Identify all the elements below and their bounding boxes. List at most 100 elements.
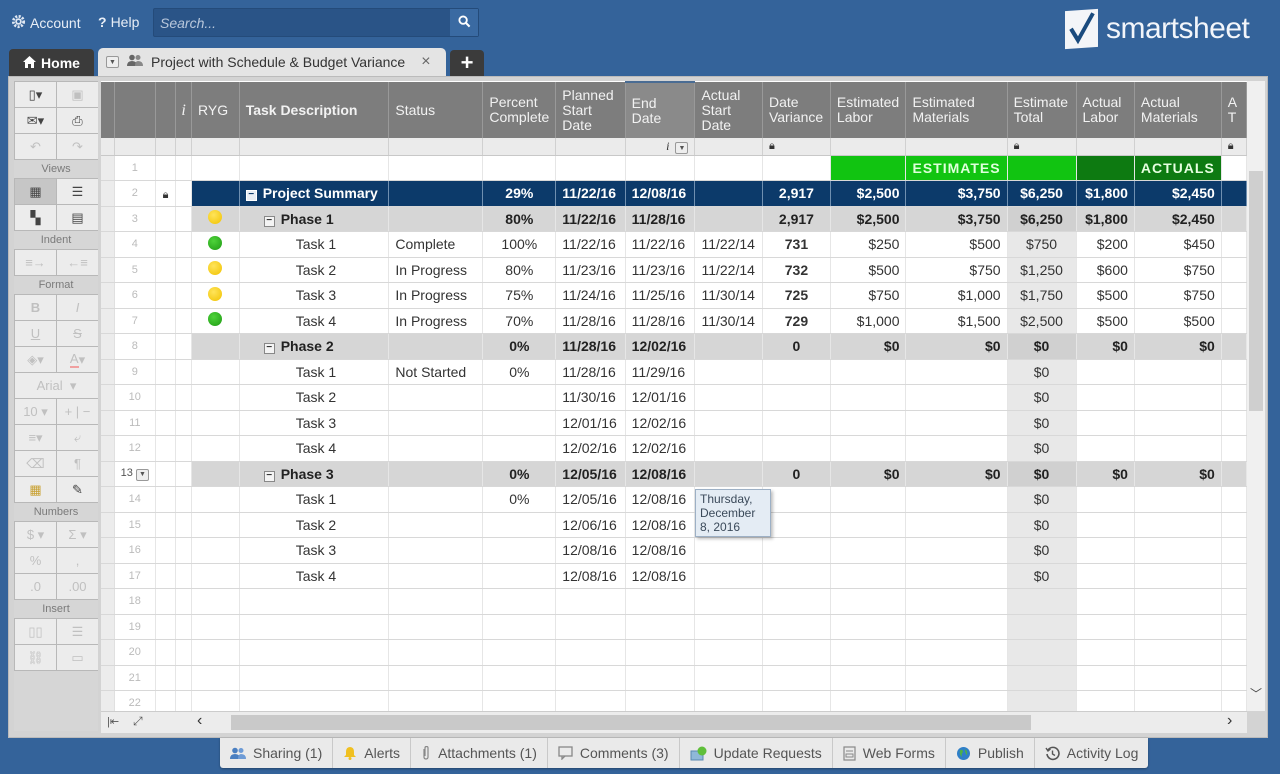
task-row[interactable]: 5 Task 2 In Progress 80% 11/23/16 11/23/16 11/… — [101, 257, 1247, 283]
empty-cell[interactable] — [625, 614, 696, 640]
dvar-cell[interactable]: 732 — [762, 257, 831, 283]
pct-cell[interactable] — [482, 512, 557, 538]
astart-cell[interactable] — [694, 537, 763, 564]
pstart-cell[interactable]: 12/05/16 — [555, 461, 626, 487]
etot-cell[interactable]: $0 — [1007, 563, 1077, 589]
bold-button[interactable]: B — [15, 295, 56, 320]
cell[interactable] — [175, 155, 193, 181]
actual-total-cell[interactable] — [1221, 461, 1247, 487]
alabor-cell[interactable] — [1076, 537, 1135, 564]
elabor-cell[interactable]: $2,500 — [830, 180, 907, 207]
empty-cell[interactable] — [239, 588, 390, 615]
task-description-cell[interactable]: − Phase 2 — [239, 333, 390, 360]
attachments-button[interactable]: Attachments (1) — [411, 738, 548, 768]
cell[interactable] — [1221, 155, 1247, 181]
fullscreen-icon[interactable]: ⤢ — [133, 714, 143, 729]
close-tab-icon[interactable]: × — [421, 53, 430, 71]
end-cell[interactable]: 12/02/16 — [625, 333, 696, 360]
email-button[interactable]: ✉▾ — [15, 108, 56, 133]
task-row[interactable]: 11 Task 3 12/01/16 12/02/16 $0 — [101, 410, 1247, 436]
row-handle[interactable] — [101, 282, 115, 309]
task-description-cell[interactable]: Task 2 — [239, 384, 390, 411]
etot-cell[interactable]: $6,250 — [1007, 180, 1077, 207]
row-handle[interactable] — [101, 308, 115, 334]
etot-cell[interactable]: $6,250 — [1007, 206, 1077, 232]
ryg-cell[interactable] — [191, 410, 240, 436]
info-cell[interactable] — [175, 435, 193, 462]
row-handle[interactable] — [101, 563, 115, 589]
outdent-button[interactable]: ←≡ — [57, 250, 98, 275]
ryg-cell[interactable] — [191, 180, 240, 207]
collapse-toggle-icon[interactable]: − — [245, 190, 257, 202]
fill-color-button[interactable]: ◈▾ — [15, 347, 56, 372]
info-cell[interactable] — [175, 206, 193, 232]
pct-cell[interactable] — [482, 384, 557, 411]
empty-cell[interactable] — [388, 665, 484, 691]
elabor-cell[interactable]: $0 — [830, 333, 907, 360]
empty-cell[interactable] — [555, 639, 626, 666]
task-row[interactable]: 6 Task 3 In Progress 75% 11/24/16 11/25/16 11/… — [101, 282, 1247, 309]
pct-cell[interactable]: 0% — [482, 461, 557, 487]
empty-cell[interactable] — [694, 690, 763, 711]
search-input[interactable] — [154, 9, 450, 36]
pstart-cell[interactable]: 11/22/16 — [555, 206, 626, 232]
update-requests-button[interactable]: Update Requests — [680, 738, 833, 768]
scroll-left-icon[interactable]: ‹ — [197, 712, 202, 730]
empty-cell[interactable] — [239, 665, 390, 691]
column-header-actual-labor[interactable]: Actual Labor — [1076, 82, 1135, 138]
end-cell[interactable]: 12/02/16 — [625, 435, 696, 462]
astart-cell[interactable] — [694, 410, 763, 436]
elabor-cell[interactable]: $750 — [830, 282, 907, 309]
column-header-planned-start-date[interactable]: Planned Start Date — [555, 82, 626, 138]
search-button[interactable] — [450, 9, 478, 36]
amat-cell[interactable]: $0 — [1134, 461, 1222, 487]
alabor-cell[interactable]: $0 — [1076, 461, 1135, 487]
pct-cell[interactable] — [482, 435, 557, 462]
comments-button[interactable]: Comments (3) — [548, 738, 680, 768]
conditional-format-button[interactable]: ▦ — [15, 477, 56, 502]
empty-cell[interactable] — [482, 588, 557, 615]
pstart-cell[interactable]: 11/28/16 — [555, 308, 626, 334]
empty-cell[interactable] — [905, 665, 1008, 691]
empty-cell[interactable] — [905, 588, 1008, 615]
row-handle[interactable] — [101, 435, 115, 462]
empty-cell[interactable] — [175, 639, 193, 666]
empty-cell[interactable] — [830, 690, 907, 711]
column-header-end-date[interactable]: End Date — [625, 81, 696, 138]
task-row[interactable]: 12 Task 4 12/02/16 12/02/16 $0 — [101, 435, 1247, 462]
info-cell[interactable] — [175, 537, 193, 564]
redo-button[interactable]: ↷ — [57, 134, 98, 159]
ryg-cell[interactable] — [191, 512, 240, 538]
dvar-cell[interactable] — [762, 563, 831, 589]
info-cell[interactable] — [175, 359, 193, 385]
amat-cell[interactable] — [1134, 537, 1222, 564]
row-handle[interactable] — [101, 359, 115, 385]
estimates-band-label[interactable]: ESTIMATES — [905, 155, 1008, 181]
dvar-cell[interactable] — [762, 359, 831, 385]
task-description-cell[interactable]: Task 1 — [239, 231, 390, 258]
actual-total-cell[interactable] — [1221, 282, 1247, 309]
dvar-cell[interactable]: 731 — [762, 231, 831, 258]
info-cell[interactable] — [175, 384, 193, 411]
task-row[interactable]: 14 Task 1 0% 12/05/16 12/08/16 $0 — [101, 486, 1247, 513]
percent-button[interactable]: % — [15, 548, 56, 573]
pstart-cell[interactable]: 11/28/16 — [555, 333, 626, 360]
emat-cell[interactable] — [905, 512, 1008, 538]
alabor-cell[interactable]: $600 — [1076, 257, 1135, 283]
empty-cell[interactable] — [830, 588, 907, 615]
astart-cell[interactable]: 11/22/14 — [694, 257, 763, 283]
highlight-changes-button[interactable]: ✎ — [57, 477, 98, 502]
empty-cell[interactable] — [482, 665, 557, 691]
insert-image-button[interactable]: ▭ — [57, 645, 98, 670]
status-cell[interactable] — [388, 435, 484, 462]
empty-cell[interactable] — [175, 588, 193, 615]
empty-cell[interactable] — [830, 639, 907, 666]
plus-icon[interactable]: + — [65, 404, 73, 419]
end-cell[interactable]: 11/28/16 — [625, 206, 696, 232]
empty-cell[interactable] — [830, 665, 907, 691]
pstart-cell[interactable]: 11/22/16 — [555, 180, 626, 207]
task-description-cell[interactable]: Task 3 — [239, 282, 390, 309]
actual-total-cell[interactable] — [1221, 537, 1247, 564]
emat-cell[interactable]: $750 — [905, 257, 1008, 283]
task-description-cell[interactable]: Task 2 — [239, 512, 390, 538]
